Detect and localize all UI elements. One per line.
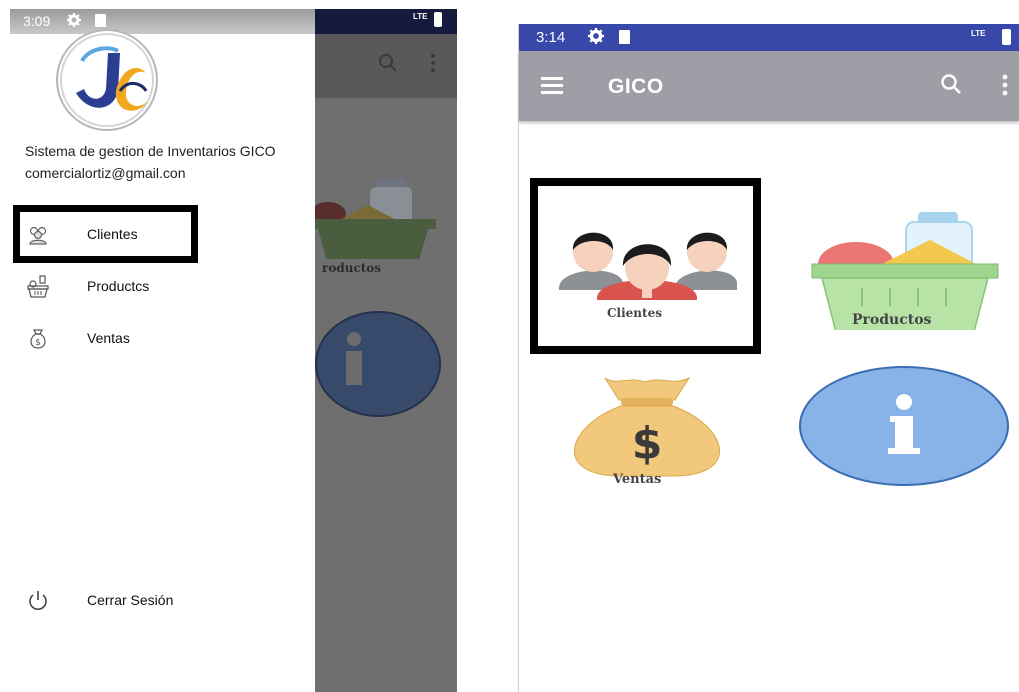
background-tile-label: roductos bbox=[322, 261, 382, 275]
money-bag-icon: $ bbox=[574, 376, 720, 477]
status-bar: 3:09 bbox=[10, 9, 315, 34]
background-more-icon bbox=[430, 53, 436, 78]
tile-info[interactable] bbox=[798, 364, 1010, 493]
left-screen: roductos 3:09 Sistema de gestion de Inve… bbox=[10, 9, 457, 692]
sd-card-icon bbox=[95, 14, 106, 27]
hamburger-menu-icon[interactable] bbox=[541, 77, 563, 94]
drawer-header: 3:09 Sistema de gestion de Inventarios G… bbox=[10, 9, 315, 194]
status-bar: 3:14 LTE bbox=[519, 24, 1019, 51]
app-bar: GICO bbox=[519, 51, 1019, 121]
background-basket-icon bbox=[308, 169, 438, 264]
app-logo bbox=[58, 31, 156, 129]
lte-signal-icon: LTE bbox=[971, 29, 986, 38]
right-screen: 3:14 LTE GICO Clientes Productos $ Venta… bbox=[518, 24, 1019, 692]
drawer-email: comercialortiz@gmail.con bbox=[25, 165, 186, 181]
battery-icon bbox=[1002, 29, 1011, 45]
drawer-title: Sistema de gestion de Inventarios GICO bbox=[25, 143, 276, 159]
tile-label: Productos bbox=[852, 312, 932, 328]
menu-item-productos[interactable]: Productcs bbox=[10, 267, 315, 307]
menu-item-label: Productcs bbox=[87, 278, 150, 294]
lte-signal-icon: LTE bbox=[413, 12, 428, 21]
background-search-icon bbox=[378, 53, 398, 78]
money-bag-icon: $ bbox=[26, 327, 50, 351]
status-time: 3:14 bbox=[536, 29, 566, 46]
battery-icon bbox=[434, 12, 442, 27]
tile-productos[interactable]: Productos bbox=[810, 210, 1000, 335]
settings-gear-icon bbox=[67, 13, 81, 30]
tile-ventas[interactable]: $ Ventas bbox=[557, 374, 737, 487]
power-icon bbox=[26, 589, 50, 613]
menu-item-ventas[interactable]: $ Ventas bbox=[10, 319, 315, 359]
settings-gear-icon bbox=[588, 28, 604, 48]
sd-card-icon bbox=[619, 30, 630, 44]
menu-item-label: Cerrar Sesión bbox=[87, 592, 174, 608]
svg-text:$: $ bbox=[35, 338, 41, 348]
basket-icon bbox=[26, 275, 50, 299]
search-icon[interactable] bbox=[940, 73, 962, 100]
info-icon bbox=[799, 366, 1009, 486]
menu-highlight-box bbox=[13, 205, 198, 263]
tile-highlight-box bbox=[530, 178, 761, 354]
navigation-drawer: 3:09 Sistema de gestion de Inventarios G… bbox=[10, 9, 315, 692]
more-options-icon[interactable] bbox=[1002, 73, 1008, 97]
status-time: 3:09 bbox=[23, 13, 51, 29]
svg-text:$: $ bbox=[632, 418, 663, 469]
menu-item-cerrar-sesion[interactable]: Cerrar Sesión bbox=[10, 581, 315, 621]
app-title: GICO bbox=[608, 75, 664, 98]
tile-label: Ventas bbox=[613, 472, 662, 487]
background-info-icon bbox=[308, 309, 448, 424]
menu-item-label: Ventas bbox=[87, 330, 130, 346]
